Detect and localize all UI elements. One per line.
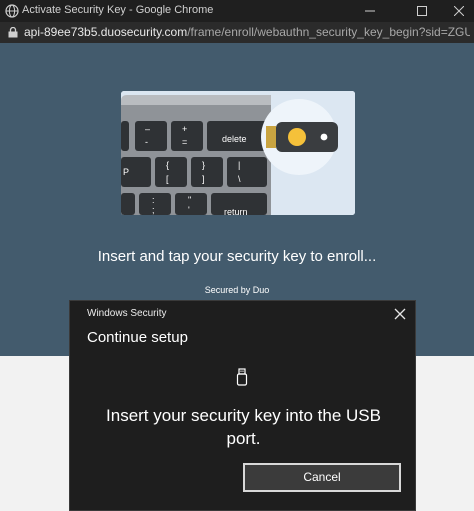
secured-by-duo: Secured by Duo <box>204 285 270 295</box>
url-text[interactable]: api-89ee73b5.duosecurity.com/frame/enrol… <box>24 25 470 39</box>
dialog-app-name: Windows Security <box>87 308 167 319</box>
dialog-message: Insert your security key into the USB po… <box>106 406 381 448</box>
key-label: ] <box>202 174 205 184</box>
window-title: Activate Security Key - Google Chrome <box>22 4 214 16</box>
security-key-illustration: – - + = delete P { [ } ] | \ : ; " ' ret… <box>121 91 355 215</box>
key-label: ' <box>188 205 190 215</box>
key-label: – <box>145 124 151 134</box>
key-label: - <box>145 137 148 147</box>
close-icon <box>454 6 464 16</box>
browser-titlebar: Activate Security Key - Google Chrome <box>0 0 474 22</box>
key-label: : <box>152 195 155 205</box>
address-bar[interactable]: api-89ee73b5.duosecurity.com/frame/enrol… <box>0 22 474 43</box>
cancel-button[interactable]: Cancel <box>243 463 401 492</box>
key-label: ; <box>152 205 155 215</box>
key-label: [ <box>166 174 169 184</box>
key-label: + <box>182 124 188 134</box>
dialog-close-icon[interactable] <box>393 307 407 321</box>
key-label: \ <box>238 174 241 184</box>
url-path: /frame/enroll/webauthn_security_key_begi… <box>187 25 470 39</box>
chrome-globe-icon <box>5 4 19 18</box>
url-host: api-89ee73b5.duosecurity.com <box>24 25 188 39</box>
lock-icon[interactable] <box>8 27 18 38</box>
key-label: return <box>224 207 248 215</box>
usb-key-icon <box>236 368 248 386</box>
key-label: " <box>188 195 192 205</box>
key-label: { <box>166 160 170 170</box>
key-label: | <box>238 160 241 170</box>
windows-security-dialog: Windows Security Continue setup Insert y… <box>69 300 416 511</box>
maximize-button[interactable] <box>407 0 437 22</box>
key-label: } <box>202 160 206 170</box>
key-label: = <box>182 137 188 147</box>
close-button[interactable] <box>444 0 474 22</box>
maximize-icon <box>417 6 427 16</box>
key-label: P <box>123 167 130 177</box>
laptop-keyboard-image <box>121 91 355 215</box>
enroll-heading: Insert and tap your security key to enro… <box>97 248 377 265</box>
minimize-button[interactable] <box>355 0 385 22</box>
dialog-heading: Continue setup <box>87 329 188 346</box>
key-label: delete <box>222 134 247 144</box>
minimize-icon <box>365 10 375 12</box>
